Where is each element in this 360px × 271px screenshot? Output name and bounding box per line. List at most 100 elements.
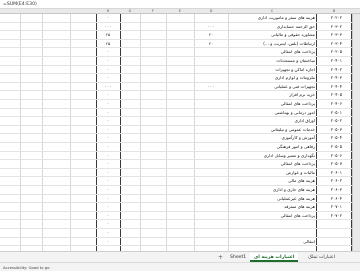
- h-value-cell[interactable]: ۰: [96, 126, 120, 135]
- description-cell[interactable]: اجاره اماکن و تجهیزات: [229, 66, 315, 75]
- description-cell[interactable]: اوراق اداری: [229, 117, 315, 126]
- table-row[interactable]: ۰ رفاهی و امور فرهنگی ۲۰۵۰۵: [0, 143, 352, 152]
- d-value-cell[interactable]: [194, 212, 228, 221]
- h-value-cell[interactable]: ۰: [96, 48, 120, 57]
- table-row[interactable]: ۰ هزینه های جاری و اداری ۲۰۶۰۳: [0, 186, 352, 195]
- h-value-cell[interactable]: ۰: [96, 57, 120, 66]
- h-value-cell[interactable]: ۰: [96, 152, 120, 161]
- d-value-cell[interactable]: [194, 91, 228, 100]
- d-value-cell[interactable]: [194, 117, 228, 126]
- description-cell[interactable]: پرداخت های انتقالی: [229, 48, 315, 57]
- table-row[interactable]: ۰ هزینه های مالی ۲۰۶۰۲: [0, 177, 352, 186]
- table-row[interactable]: ۰۰۰ ۰۰۰ تجهیزات فنی و عملیاتی ۲۰۴۰۴: [0, 83, 352, 92]
- h-value-cell[interactable]: ۰: [96, 117, 120, 126]
- code-cell[interactable]: ۲۰۳۰۳: [316, 31, 342, 40]
- d-value-cell[interactable]: [194, 229, 228, 238]
- code-cell[interactable]: [316, 229, 342, 238]
- table-row[interactable]: ۰ هزینه های متفرقه ۲۰۷۰۱: [0, 203, 352, 212]
- h-value-cell[interactable]: ۰: [96, 14, 120, 23]
- d-value-cell[interactable]: [194, 220, 228, 229]
- description-cell[interactable]: هزینه های متفرقه: [229, 203, 315, 212]
- h-value-cell[interactable]: ۰۰۰: [96, 83, 120, 92]
- code-cell[interactable]: ۲۰۴۰۱: [316, 57, 342, 66]
- d-value-cell[interactable]: [194, 57, 228, 66]
- table-row[interactable]: ۰: [0, 220, 352, 229]
- description-cell[interactable]: خدمات عمومی و تبلیغاتی: [229, 126, 315, 135]
- table-row[interactable]: ۰ پرداخت های انتقالی ۲۰۷۰۲: [0, 212, 352, 221]
- d-value-cell[interactable]: ۲۰: [194, 31, 228, 40]
- d-value-cell[interactable]: [194, 238, 228, 247]
- code-cell[interactable]: ۲۰۵۰۲: [316, 117, 342, 126]
- code-cell[interactable]: ۲۰۳۰۲: [316, 23, 342, 32]
- table-row[interactable]: ۲۵ ۲۰ مشاوره حقوقی و مالیاتی ۲۰۳۰۳: [0, 31, 352, 40]
- d-value-cell[interactable]: ۲۰: [194, 40, 228, 49]
- code-cell[interactable]: [316, 238, 342, 247]
- code-cell[interactable]: ۲۰۴۰۴: [316, 83, 342, 92]
- d-value-cell[interactable]: [194, 109, 228, 118]
- code-cell[interactable]: ۲۰۲۰۲: [316, 14, 342, 23]
- table-row[interactable]: ۰ هزینه های غیرعملیاتی ۲۰۶۰۴: [0, 195, 352, 204]
- description-cell[interactable]: [229, 229, 315, 238]
- description-cell[interactable]: رفاهی و امور فرهنگی: [229, 143, 315, 152]
- code-cell[interactable]: ۲۰۲۰۵: [316, 48, 342, 57]
- description-cell[interactable]: نگهداری و تعمیر وسایل اداری: [229, 152, 315, 161]
- table-row[interactable]: ۰ ساختمان و مستحدثات ۲۰۴۰۱: [0, 57, 352, 66]
- code-cell[interactable]: ۲۰۵۰۷: [316, 160, 342, 169]
- h-value-cell[interactable]: ۰: [96, 66, 120, 75]
- description-cell[interactable]: مشاوره حقوقی و مالیاتی: [229, 31, 315, 40]
- description-cell[interactable]: امور درمانی و بهداشتی: [229, 109, 315, 118]
- description-cell[interactable]: مالیات و عوارض: [229, 169, 315, 178]
- description-cell[interactable]: پرداخت های انتقالی: [229, 160, 315, 169]
- d-value-cell[interactable]: [194, 195, 228, 204]
- description-cell[interactable]: هزینه های سفر و ماموریت اداری: [229, 14, 315, 23]
- table-row[interactable]: ۰ پرداخت های انتقالی ۲۰۵۰۷: [0, 160, 352, 169]
- sheet-grid[interactable]: ۰ هزینه های سفر و ماموریت اداری ۲۰۲۰۲ ۰۰۰ ۰۰…: [0, 14, 352, 255]
- d-value-cell[interactable]: [194, 134, 228, 143]
- h-value-cell[interactable]: ۰: [96, 143, 120, 152]
- table-row[interactable]: ۰ ملزومات و لوازم اداری ۲۰۴۰۳: [0, 74, 352, 83]
- code-cell[interactable]: ۲۰۷۰۱: [316, 203, 342, 212]
- table-row[interactable]: ۰ انتقالی: [0, 238, 352, 247]
- h-value-cell[interactable]: ۰: [96, 169, 120, 178]
- d-value-cell[interactable]: [194, 48, 228, 57]
- d-value-cell[interactable]: [194, 186, 228, 195]
- tab-expense-credits[interactable]: اعتبارات هزینه ای: [250, 253, 299, 262]
- code-cell[interactable]: ۲۰۴۰۲: [316, 66, 342, 75]
- description-cell[interactable]: [229, 220, 315, 229]
- code-cell[interactable]: ۲۰۴۰۶: [316, 100, 342, 109]
- h-value-cell[interactable]: ۰: [96, 91, 120, 100]
- table-row[interactable]: ۰ هزینه های سفر و ماموریت اداری ۲۰۲۰۲: [0, 14, 352, 23]
- d-value-cell[interactable]: [194, 169, 228, 178]
- description-cell[interactable]: آموزش و کارآموزی: [229, 134, 315, 143]
- description-cell[interactable]: ملزومات و لوازم اداری: [229, 74, 315, 83]
- h-value-cell[interactable]: ۰: [96, 186, 120, 195]
- h-value-cell[interactable]: ۲۵: [96, 31, 120, 40]
- h-value-cell[interactable]: ۰: [96, 134, 120, 143]
- h-value-cell[interactable]: ۰: [96, 220, 120, 229]
- d-value-cell[interactable]: [194, 66, 228, 75]
- table-row[interactable]: ۰ نگهداری و تعمیر وسایل اداری ۲۰۵۰۶: [0, 152, 352, 161]
- table-row[interactable]: ۰ خدمات عمومی و تبلیغاتی ۲۰۵۰۳: [0, 126, 352, 135]
- d-value-cell[interactable]: ۰۰۰: [194, 83, 228, 92]
- description-cell[interactable]: ارتباطات (تلفن، اینترنت و ...): [229, 40, 315, 49]
- table-row[interactable]: ۰: [0, 229, 352, 238]
- h-value-cell[interactable]: ۰: [96, 238, 120, 247]
- d-value-cell[interactable]: [194, 160, 228, 169]
- d-value-cell[interactable]: [194, 74, 228, 83]
- formula-text[interactable]: =SUM(E4:E30): [0, 2, 37, 7]
- d-value-cell[interactable]: [194, 203, 228, 212]
- d-value-cell[interactable]: [194, 177, 228, 186]
- code-cell[interactable]: ۲۰۵۰۱: [316, 109, 342, 118]
- row-header[interactable]: [352, 14, 360, 255]
- description-cell[interactable]: تجهیزات فنی و عملیاتی: [229, 83, 315, 92]
- h-value-cell[interactable]: ۰۰۰: [96, 23, 120, 32]
- code-cell[interactable]: ۲۰۴۰۵: [316, 91, 342, 100]
- table-row[interactable]: ۰ پرداخت های انتقالی ۲۰۴۰۶: [0, 100, 352, 109]
- tab-acquisition-credits[interactable]: اعتبارات تملک: [304, 253, 339, 262]
- description-cell[interactable]: هزینه های مالی: [229, 177, 315, 186]
- add-sheet-button[interactable]: +: [218, 253, 223, 262]
- code-cell[interactable]: ۲۰۵۰۴: [316, 134, 342, 143]
- formula-bar[interactable]: =SUM(E4:E30): [0, 0, 360, 9]
- h-value-cell[interactable]: ۰: [96, 100, 120, 109]
- tab-sheet1[interactable]: Sheet1: [226, 253, 250, 262]
